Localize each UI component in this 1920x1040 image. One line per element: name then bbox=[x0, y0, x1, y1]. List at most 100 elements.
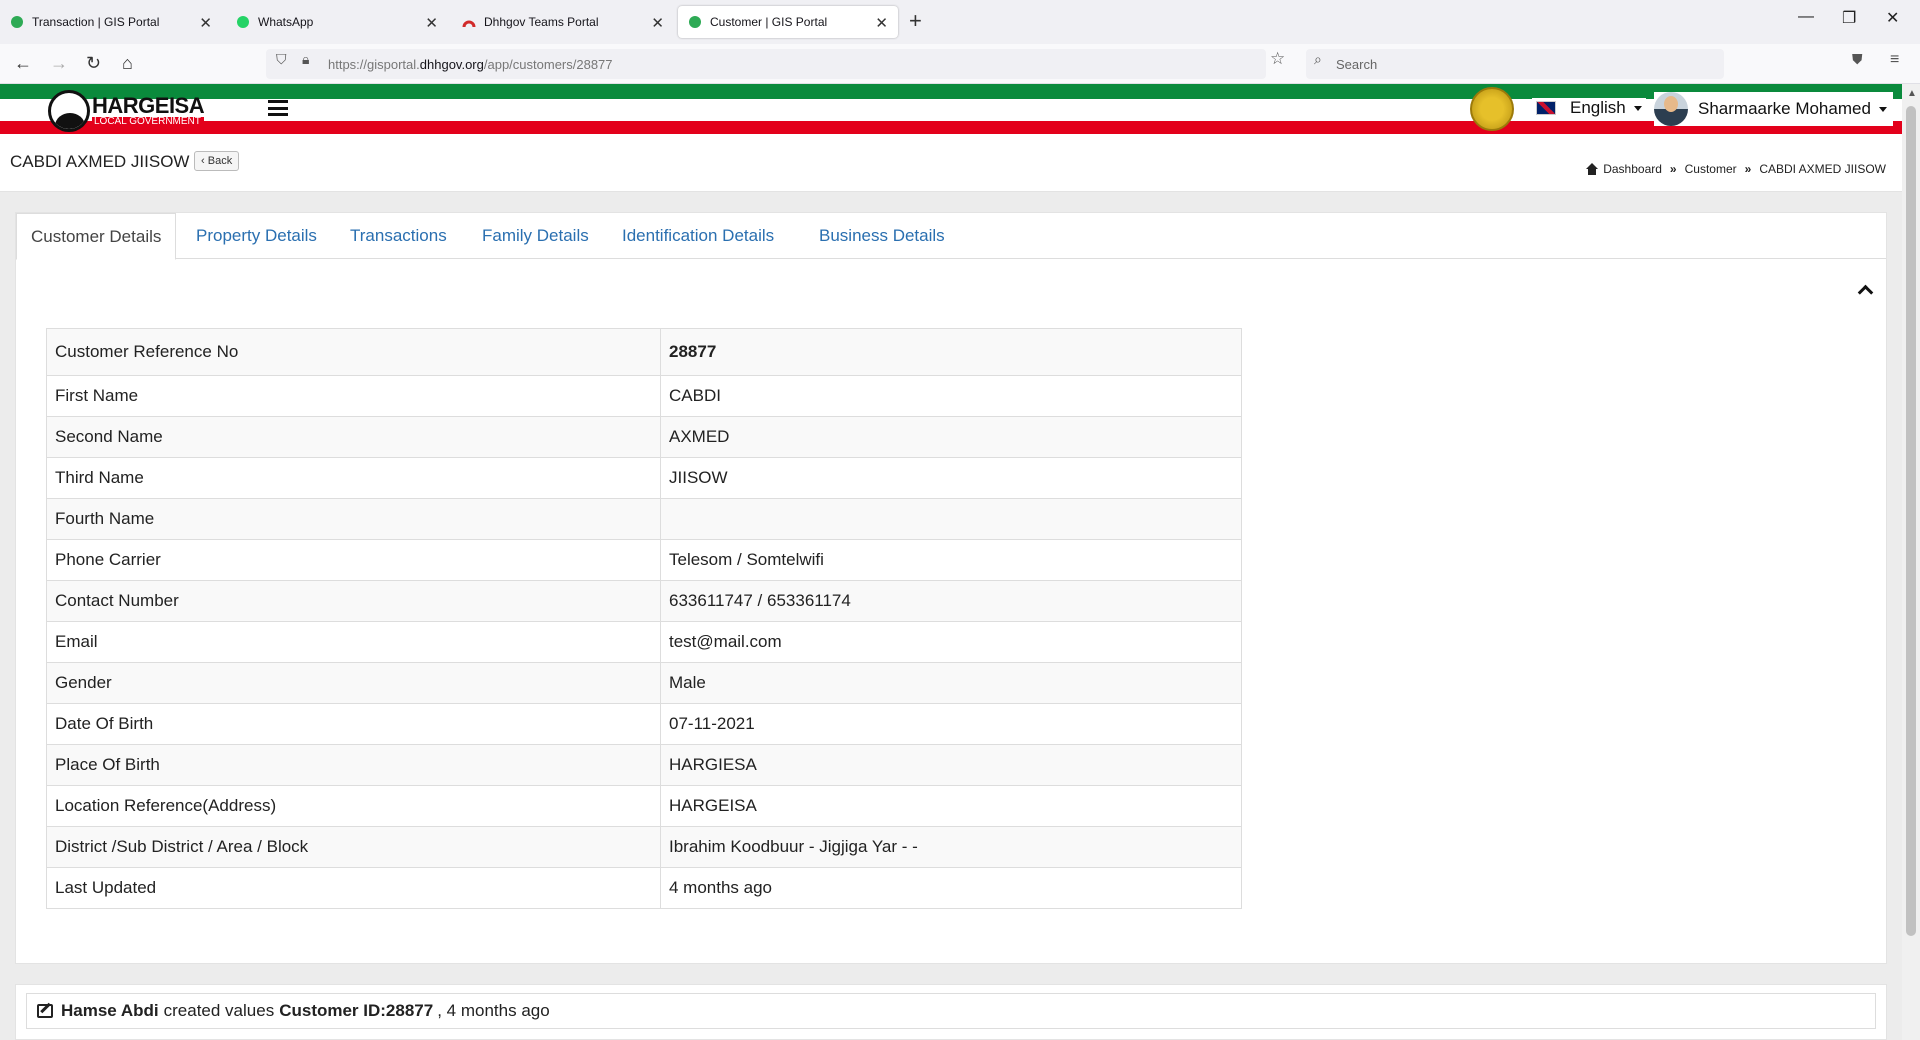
breadcrumb-separator: » bbox=[1744, 162, 1752, 176]
tab-transactions[interactable]: Transactions bbox=[336, 213, 461, 259]
field-value: 28877 bbox=[660, 328, 1242, 376]
url-domain: dhhgov.org bbox=[419, 56, 484, 72]
home-icon bbox=[1586, 163, 1599, 175]
window-close-icon[interactable]: ✕ bbox=[1886, 8, 1899, 28]
flag-stripe-red bbox=[0, 121, 1902, 134]
uk-flag-icon bbox=[1536, 101, 1556, 115]
field-label: Fourth Name bbox=[46, 498, 661, 540]
browser-tab-teams[interactable]: Dhhgov Teams Portal ✕ bbox=[452, 6, 674, 38]
user-menu-dropdown[interactable]: Sharmaarke Mohamed bbox=[1654, 92, 1893, 126]
field-label: Gender bbox=[46, 662, 661, 704]
forward-arrow-icon[interactable]: → bbox=[50, 53, 68, 74]
vertical-scrollbar[interactable]: ▲ bbox=[1902, 84, 1920, 1040]
field-value: 07-11-2021 bbox=[660, 703, 1242, 745]
close-tab-icon[interactable]: ✕ bbox=[425, 14, 438, 32]
menu-icon[interactable]: ≡ bbox=[1890, 51, 1899, 69]
tab-identification-details[interactable]: Identification Details bbox=[608, 213, 788, 259]
field-label: Phone Carrier bbox=[46, 539, 661, 581]
activity-action: created values bbox=[163, 1001, 275, 1020]
search-icon: ⌕ bbox=[1314, 51, 1322, 67]
home-icon[interactable]: ⌂ bbox=[122, 53, 133, 74]
close-tab-icon[interactable]: ✕ bbox=[651, 14, 664, 32]
customer-panel: Customer Details Property Details Transa… bbox=[15, 212, 1887, 964]
tab-property-details[interactable]: Property Details bbox=[182, 213, 331, 259]
back-label: Back bbox=[207, 155, 233, 167]
activity-user[interactable]: Hamse Abdi bbox=[61, 1001, 159, 1021]
field-value: AXMED bbox=[660, 416, 1242, 458]
table-row: Contact Number 633611747 / 653361174 bbox=[46, 580, 1242, 622]
back-arrow-icon[interactable]: ← bbox=[14, 53, 32, 74]
url-path: /app/customers/28877 bbox=[483, 56, 613, 72]
logo-title: HARGEISA bbox=[92, 93, 205, 118]
close-tab-icon[interactable]: ✕ bbox=[875, 14, 888, 32]
browser-tab-title: Customer | GIS Portal bbox=[710, 15, 828, 29]
edit-icon bbox=[37, 1004, 53, 1018]
activity-subject: Customer ID:28877 bbox=[279, 1001, 434, 1020]
url-prefix: https://gisportal. bbox=[328, 56, 420, 72]
table-row: Date Of Birth 07-11-2021 bbox=[46, 703, 1242, 745]
browser-tab-title: WhatsApp bbox=[258, 15, 314, 29]
bookmark-star-icon[interactable]: ☆ bbox=[1270, 49, 1285, 69]
activity-log: Hamse Abdi created values Customer ID:28… bbox=[15, 984, 1887, 1040]
flag-stripe-green bbox=[0, 84, 1902, 99]
field-value: Telesom / Somtelwifi bbox=[660, 539, 1242, 581]
whatsapp-icon bbox=[236, 15, 250, 29]
browser-nav-bar: ← → ↻ ⌂ https://gisportal. dhhgov.org/app… bbox=[0, 44, 1920, 84]
user-name: Sharmaarke Mohamed bbox=[1698, 99, 1871, 118]
field-value: Ibrahim Koodbuur - Jigjiga Yar - - bbox=[660, 826, 1242, 868]
tab-business-details[interactable]: Business Details bbox=[805, 213, 959, 259]
language-dropdown[interactable]: English bbox=[1532, 98, 1646, 118]
page-title: CABDI AXMED JIISOW bbox=[10, 152, 190, 171]
restore-icon[interactable]: ❐ bbox=[1842, 8, 1856, 28]
scroll-up-icon[interactable]: ▲ bbox=[1907, 88, 1917, 99]
avatar bbox=[1654, 92, 1688, 126]
pocket-icon[interactable]: ⛊ bbox=[1852, 51, 1863, 68]
breadcrumb: Dashboard » Customer » CABDI AXMED JIISO… bbox=[1586, 162, 1886, 176]
table-row: Location Reference(Address) HARGEISA bbox=[46, 785, 1242, 827]
breadcrumb-dashboard[interactable]: Dashboard bbox=[1603, 162, 1662, 176]
browser-tab-strip: Transaction | GIS Portal ✕ WhatsApp ✕ Dh… bbox=[0, 0, 1920, 44]
minimize-icon[interactable]: — bbox=[1798, 8, 1814, 26]
browser-tab-transaction[interactable]: Transaction | GIS Portal ✕ bbox=[0, 6, 222, 38]
close-tab-icon[interactable]: ✕ bbox=[199, 14, 212, 32]
table-row: Second Name AXMED bbox=[46, 416, 1242, 458]
scrollbar-thumb[interactable] bbox=[1906, 106, 1916, 936]
field-value: CABDI bbox=[660, 375, 1242, 417]
activity-item: Hamse Abdi created values Customer ID:28… bbox=[26, 993, 1876, 1029]
field-label: Email bbox=[46, 621, 661, 663]
field-value: 4 months ago bbox=[660, 867, 1242, 909]
table-row: Third Name JIISOW bbox=[46, 457, 1242, 499]
table-row: Customer Reference No 28877 bbox=[46, 328, 1242, 376]
language-label: English bbox=[1570, 98, 1626, 117]
hamburger-menu-icon[interactable] bbox=[268, 100, 288, 116]
field-value: HARGIESA bbox=[660, 744, 1242, 786]
browser-tab-title: Dhhgov Teams Portal bbox=[484, 15, 599, 29]
tab-customer-details[interactable]: Customer Details bbox=[16, 213, 177, 260]
field-value: test@mail.com bbox=[660, 621, 1242, 663]
hargeisa-logo[interactable]: HARGEISA LOCAL GOVERNMENT bbox=[48, 90, 205, 132]
reload-icon[interactable]: ↻ bbox=[86, 53, 101, 74]
back-button[interactable]: ‹ Back bbox=[194, 151, 240, 171]
table-row: Email test@mail.com bbox=[46, 621, 1242, 663]
browser-tab-whatsapp[interactable]: WhatsApp ✕ bbox=[226, 6, 448, 38]
breadcrumb-customer[interactable]: Customer bbox=[1685, 162, 1737, 176]
gis-portal-icon bbox=[688, 15, 702, 29]
shield-icon[interactable]: ⛉ bbox=[276, 51, 287, 68]
tab-family-details[interactable]: Family Details bbox=[468, 213, 603, 259]
field-value bbox=[660, 498, 1242, 540]
customer-details-table: Customer Reference No 28877 First Name CAB… bbox=[46, 328, 1242, 909]
field-label: Second Name bbox=[46, 416, 661, 458]
table-row: First Name CABDI bbox=[46, 375, 1242, 417]
new-tab-icon[interactable]: + bbox=[909, 8, 922, 34]
field-value: HARGEISA bbox=[660, 785, 1242, 827]
chevron-left-icon: ‹ bbox=[201, 155, 208, 167]
browser-search-input[interactable]: Search bbox=[1306, 49, 1724, 79]
browser-tab-customer[interactable]: Customer | GIS Portal ✕ bbox=[678, 6, 898, 38]
url-bar[interactable]: https://gisportal. dhhgov.org/app/custome… bbox=[266, 49, 1266, 79]
caret-down-icon bbox=[1878, 106, 1887, 112]
field-label: Last Updated bbox=[46, 867, 661, 909]
field-label: Contact Number bbox=[46, 580, 661, 622]
field-label: Date Of Birth bbox=[46, 703, 661, 745]
chevron-up-icon[interactable] bbox=[1858, 283, 1872, 297]
activity-time: , 4 months ago bbox=[437, 1001, 550, 1020]
